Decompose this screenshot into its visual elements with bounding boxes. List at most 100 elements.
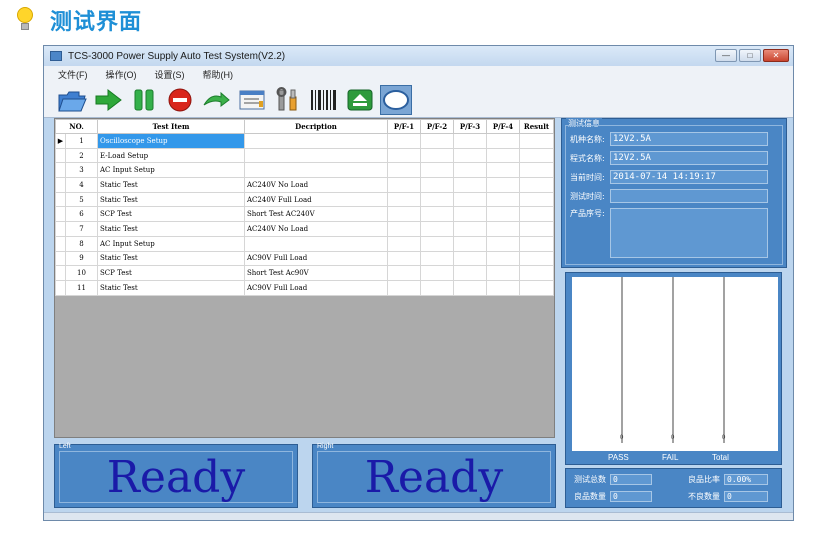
table-row[interactable]: 10 SCP Test Short Test Ac90V — [55, 265, 554, 281]
row-indicator — [55, 177, 66, 193]
pause-icon[interactable] — [128, 85, 160, 115]
cell-description — [244, 147, 388, 164]
cell-result — [519, 191, 554, 208]
cell-result — [519, 147, 554, 164]
cell-no: 3 — [65, 162, 98, 179]
statistics-panel: 测试总数 0 良品比率 0.00% 良品数量 0 不良数量 0 — [565, 468, 782, 508]
menu-operate[interactable]: 操作(O) — [106, 68, 137, 81]
cell-pf1 — [387, 221, 421, 237]
cell-pf3 — [453, 221, 487, 237]
table-row[interactable]: 4 Static Test AC240V No Load — [55, 177, 554, 193]
row-indicator — [55, 162, 66, 179]
serial-field[interactable] — [610, 208, 768, 258]
current-time-field: 2014-07-14 14:19:17 — [610, 170, 768, 184]
cell-pf1 — [387, 265, 421, 281]
slide-title-text: 测试界面 — [50, 10, 143, 35]
table-row[interactable]: 3 AC Input Setup — [55, 162, 554, 179]
loop-arrow-icon[interactable] — [200, 85, 232, 115]
col-header-result[interactable]: Result — [519, 119, 554, 134]
cell-result — [519, 265, 554, 281]
col-header-pf2[interactable]: P/F-2 — [420, 119, 454, 134]
table-row[interactable]: 2 E-Load Setup — [55, 147, 554, 164]
cell-pf4 — [486, 147, 520, 164]
test-item-table: NO. Test Item Decription P/F-1 P/F-2 P/F… — [55, 119, 554, 296]
cell-description: AC240V Full Load — [244, 191, 388, 208]
table-row[interactable]: 11 Static Test AC90V Full Load — [55, 279, 554, 296]
col-header-pf3[interactable]: P/F-3 — [453, 119, 487, 134]
cell-pf4 — [486, 162, 520, 179]
yield-ratio-field: 0.00% — [724, 474, 768, 485]
col-header-no[interactable]: NO. — [55, 119, 98, 134]
cell-pf2 — [420, 265, 454, 281]
program-field[interactable]: 12V2.5A — [610, 151, 768, 165]
menu-bar: 文件(F) 操作(O) 设置(S) 帮助(H) — [44, 66, 793, 82]
model-field[interactable]: 12V2.5A — [610, 132, 768, 146]
menu-settings[interactable]: 设置(S) — [155, 68, 185, 81]
cell-test-item: SCP Test — [97, 206, 245, 223]
col-header-description[interactable]: Decription — [244, 119, 388, 134]
title-bar[interactable]: TCS-3000 Power Supply Auto Test System(V… — [44, 46, 793, 66]
table-row[interactable]: ▶ 1 Oscilloscope Setup — [55, 133, 554, 149]
cell-result — [519, 235, 554, 252]
model-label: 机种名称: — [570, 134, 605, 144]
table-row[interactable]: 7 Static Test AC240V No Load — [55, 221, 554, 237]
cell-pf3 — [453, 162, 487, 179]
open-folder-icon[interactable] — [56, 85, 88, 115]
col-header-test-item[interactable]: Test Item — [97, 119, 245, 134]
cell-test-item: Static Test — [97, 221, 245, 237]
report-icon[interactable] — [236, 85, 268, 115]
row-indicator: ▶ — [55, 133, 66, 149]
cell-pf3 — [453, 177, 487, 193]
maximize-button[interactable]: □ — [739, 49, 761, 62]
total-label: Total — [712, 453, 729, 462]
table-row[interactable]: 8 AC Input Setup — [55, 235, 554, 252]
tools-icon[interactable] — [272, 85, 304, 115]
cell-description — [244, 133, 388, 149]
cell-pf1 — [387, 235, 421, 252]
minimize-button[interactable]: — — [715, 49, 737, 62]
table-row[interactable]: 5 Static Test AC240V Full Load — [55, 191, 554, 208]
row-indicator — [55, 235, 66, 252]
cell-test-item: AC Input Setup — [97, 162, 245, 179]
col-header-pf1[interactable]: P/F-1 — [387, 119, 421, 134]
close-button[interactable]: ✕ — [763, 49, 789, 62]
total-zero-label: 0 — [722, 435, 726, 441]
cell-description — [244, 235, 388, 252]
cell-pf3 — [453, 279, 487, 296]
run-arrow-icon[interactable] — [92, 85, 124, 115]
cell-pf1 — [387, 147, 421, 164]
cell-description: AC90V Full Load — [244, 250, 388, 267]
current-time-label: 当前时间: — [570, 172, 605, 182]
table-row[interactable]: 6 SCP Test Short Test AC240V — [55, 206, 554, 223]
row-indicator — [55, 250, 66, 267]
fail-zero-label: 0 — [671, 435, 675, 441]
cell-pf4 — [486, 235, 520, 252]
toggle-icon[interactable] — [380, 84, 412, 115]
lightbulb-icon — [14, 7, 36, 33]
cell-no: 6 — [65, 206, 98, 223]
barcode-icon[interactable] — [308, 85, 340, 115]
cell-description: AC240V No Load — [244, 221, 388, 237]
menu-help[interactable]: 帮助(H) — [203, 68, 234, 81]
cell-no: 2 — [65, 147, 98, 164]
cell-test-item: Static Test — [97, 279, 245, 296]
table-row[interactable]: 9 Static Test AC90V Full Load — [55, 250, 554, 267]
eject-icon[interactable] — [344, 85, 376, 115]
cell-result — [519, 221, 554, 237]
app-icon — [50, 51, 62, 61]
cell-pf2 — [420, 279, 454, 296]
cell-result — [519, 279, 554, 296]
col-header-pf4[interactable]: P/F-4 — [486, 119, 520, 134]
menu-file[interactable]: 文件(F) — [58, 68, 88, 81]
cell-pf1 — [387, 177, 421, 193]
cell-pf4 — [486, 279, 520, 296]
cell-result — [519, 133, 554, 149]
pass-fail-chart: 0 0 0 PASS FAIL Total — [565, 272, 782, 465]
chart-plot-area: 0 0 0 — [572, 277, 778, 451]
cell-result — [519, 250, 554, 267]
pass-label: PASS — [608, 453, 629, 462]
stop-icon[interactable] — [164, 85, 196, 115]
cell-pf2 — [420, 250, 454, 267]
cell-no: 9 — [65, 250, 98, 267]
cell-pf1 — [387, 279, 421, 296]
